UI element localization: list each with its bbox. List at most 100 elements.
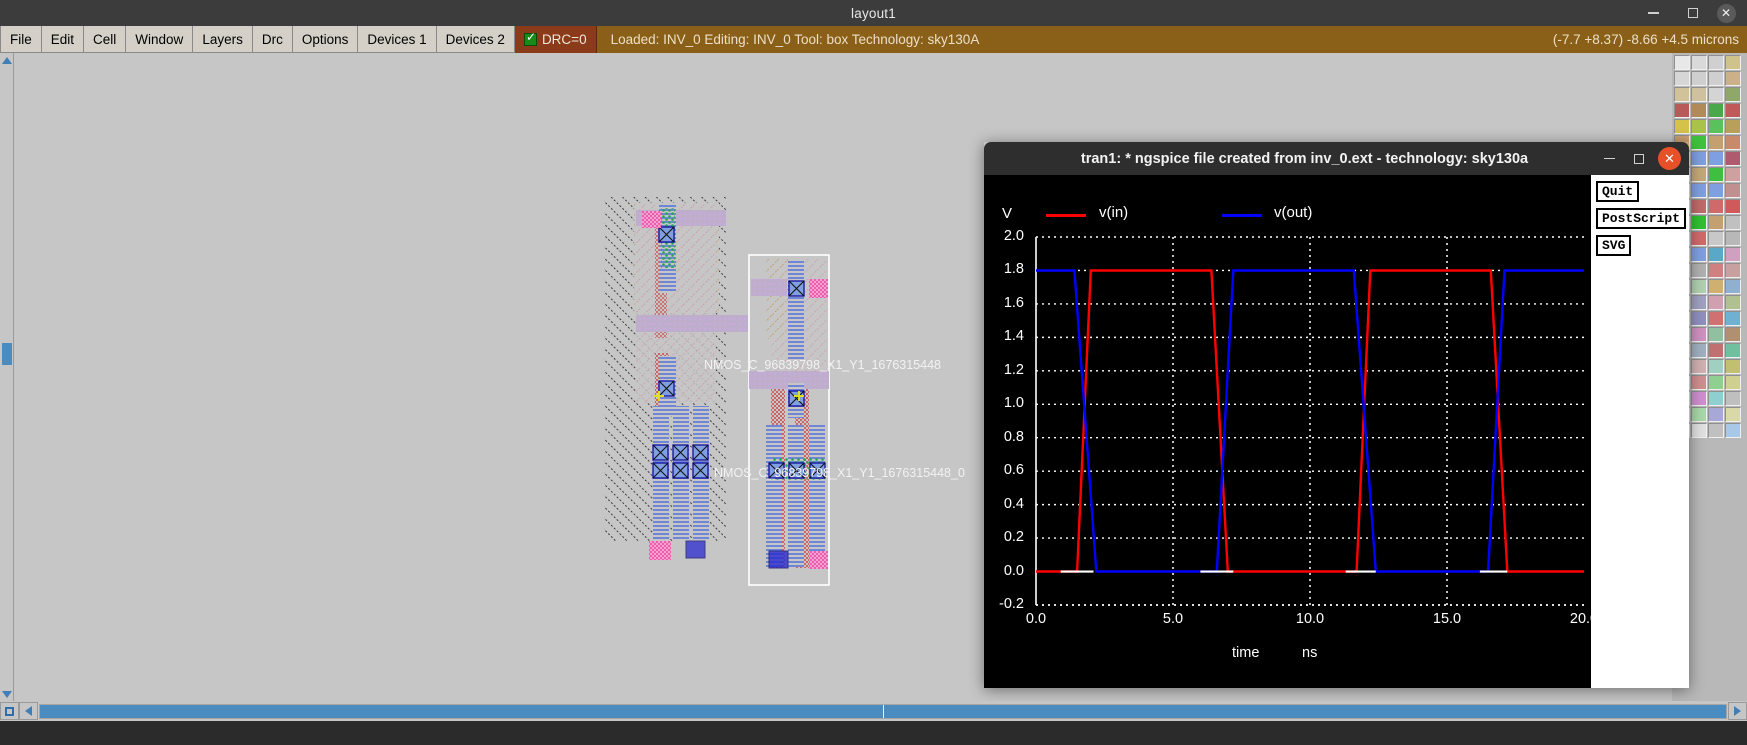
quit-button[interactable]: Quit bbox=[1596, 181, 1640, 202]
drc-status-button[interactable]: DRC=0 bbox=[514, 26, 597, 53]
layer-swatch[interactable] bbox=[1691, 119, 1707, 134]
layer-swatch[interactable] bbox=[1674, 119, 1690, 134]
layer-swatch[interactable] bbox=[1708, 199, 1724, 214]
layer-swatch[interactable] bbox=[1674, 87, 1690, 102]
layer-swatch[interactable] bbox=[1708, 167, 1724, 182]
layer-swatch[interactable] bbox=[1725, 423, 1741, 438]
minimize-icon[interactable] bbox=[1633, 0, 1673, 26]
menu-item-file[interactable]: File bbox=[0, 26, 42, 53]
layer-swatch[interactable] bbox=[1691, 87, 1707, 102]
layer-swatch[interactable] bbox=[1708, 135, 1724, 150]
layer-swatch[interactable] bbox=[1725, 327, 1741, 342]
layer-swatch[interactable] bbox=[1708, 71, 1724, 86]
layer-swatch[interactable] bbox=[1708, 151, 1724, 166]
menu-item-window[interactable]: Window bbox=[126, 26, 194, 53]
horizontal-scrollbar-track[interactable] bbox=[39, 703, 1727, 719]
minimize-icon[interactable] bbox=[1598, 148, 1620, 170]
layer-swatch[interactable] bbox=[1691, 423, 1707, 438]
layer-swatch[interactable] bbox=[1691, 311, 1707, 326]
ngspice-plot-window[interactable]: tran1: * ngspice file created from inv_0… bbox=[984, 142, 1689, 688]
layer-swatch[interactable] bbox=[1725, 135, 1741, 150]
menu-item-layers[interactable]: Layers bbox=[193, 26, 253, 53]
layer-swatch[interactable] bbox=[1725, 151, 1741, 166]
zoom-box-icon[interactable] bbox=[0, 702, 19, 720]
vertical-scrollbar[interactable] bbox=[0, 53, 14, 701]
layer-swatch[interactable] bbox=[1725, 231, 1741, 246]
layer-swatch[interactable] bbox=[1691, 135, 1707, 150]
layer-swatch[interactable] bbox=[1725, 183, 1741, 198]
menu-item-drc[interactable]: Drc bbox=[252, 26, 293, 53]
layer-swatch[interactable] bbox=[1691, 375, 1707, 390]
layer-swatch[interactable] bbox=[1674, 55, 1690, 70]
vertical-scrollbar-thumb[interactable] bbox=[2, 343, 12, 365]
layer-swatch[interactable] bbox=[1725, 263, 1741, 278]
layer-swatch[interactable] bbox=[1725, 359, 1741, 374]
layer-swatch[interactable] bbox=[1708, 263, 1724, 278]
layer-swatch[interactable] bbox=[1708, 55, 1724, 70]
horizontal-scrollbar[interactable] bbox=[0, 701, 1747, 721]
maximize-icon[interactable] bbox=[1628, 148, 1650, 170]
layer-swatch[interactable] bbox=[1725, 87, 1741, 102]
layer-swatch[interactable] bbox=[1725, 391, 1741, 406]
layer-swatch[interactable] bbox=[1691, 103, 1707, 118]
plot-area[interactable]: V v(in) v(out) 2.0 1.8 1.6 1.4 1.2 1.0 0.8 0.6 0… bbox=[984, 175, 1598, 688]
layer-swatch[interactable] bbox=[1708, 311, 1724, 326]
layer-swatch[interactable] bbox=[1708, 231, 1724, 246]
layer-swatch[interactable] bbox=[1691, 55, 1707, 70]
layer-swatch[interactable] bbox=[1725, 343, 1741, 358]
layer-swatch[interactable] bbox=[1725, 71, 1741, 86]
arrow-down-icon[interactable] bbox=[0, 687, 14, 701]
layer-swatch[interactable] bbox=[1725, 375, 1741, 390]
layer-swatch[interactable] bbox=[1725, 215, 1741, 230]
layer-swatch[interactable] bbox=[1708, 183, 1724, 198]
arrow-right-icon[interactable] bbox=[1728, 702, 1747, 720]
layer-swatch[interactable] bbox=[1691, 71, 1707, 86]
layer-swatch[interactable] bbox=[1691, 183, 1707, 198]
layer-swatch[interactable] bbox=[1691, 327, 1707, 342]
menu-item-devices-2[interactable]: Devices 2 bbox=[436, 26, 515, 53]
layer-swatch[interactable] bbox=[1691, 407, 1707, 422]
layer-swatch[interactable] bbox=[1708, 391, 1724, 406]
layer-swatch[interactable] bbox=[1725, 311, 1741, 326]
layer-swatch[interactable] bbox=[1708, 359, 1724, 374]
layer-swatch[interactable] bbox=[1691, 279, 1707, 294]
layer-swatch[interactable] bbox=[1708, 119, 1724, 134]
layer-swatch[interactable] bbox=[1691, 359, 1707, 374]
layer-swatch[interactable] bbox=[1725, 407, 1741, 422]
menu-item-devices-1[interactable]: Devices 1 bbox=[358, 26, 437, 53]
layer-swatch[interactable] bbox=[1691, 343, 1707, 358]
layer-swatch[interactable] bbox=[1725, 167, 1741, 182]
postscript-button[interactable]: PostScript bbox=[1596, 208, 1687, 229]
layer-swatch[interactable] bbox=[1691, 151, 1707, 166]
layer-swatch[interactable] bbox=[1725, 199, 1741, 214]
layer-swatch[interactable] bbox=[1708, 423, 1724, 438]
layer-swatch[interactable] bbox=[1725, 119, 1741, 134]
layer-swatch[interactable] bbox=[1708, 247, 1724, 262]
svg-button[interactable]: SVG bbox=[1596, 235, 1632, 256]
layer-swatch[interactable] bbox=[1725, 247, 1741, 262]
close-icon[interactable]: ✕ bbox=[1658, 147, 1681, 170]
maximize-icon[interactable] bbox=[1673, 0, 1713, 26]
menu-item-options[interactable]: Options bbox=[292, 26, 359, 53]
layer-swatch[interactable] bbox=[1708, 295, 1724, 310]
layer-swatch[interactable] bbox=[1725, 55, 1741, 70]
layer-swatch[interactable] bbox=[1691, 199, 1707, 214]
layer-swatch[interactable] bbox=[1691, 391, 1707, 406]
menu-item-cell[interactable]: Cell bbox=[84, 26, 127, 53]
layer-swatch[interactable] bbox=[1674, 103, 1690, 118]
layer-swatch[interactable] bbox=[1708, 343, 1724, 358]
layer-swatch[interactable] bbox=[1725, 103, 1741, 118]
layer-swatch[interactable] bbox=[1708, 215, 1724, 230]
layer-swatch[interactable] bbox=[1708, 103, 1724, 118]
menu-item-edit[interactable]: Edit bbox=[41, 26, 85, 53]
layer-swatch[interactable] bbox=[1708, 375, 1724, 390]
layer-swatch[interactable] bbox=[1691, 231, 1707, 246]
layer-swatch[interactable] bbox=[1691, 247, 1707, 262]
layer-swatch[interactable] bbox=[1674, 71, 1690, 86]
arrow-up-icon[interactable] bbox=[0, 53, 14, 67]
layer-swatch[interactable] bbox=[1725, 295, 1741, 310]
arrow-left-icon[interactable] bbox=[19, 702, 38, 720]
close-icon[interactable]: ✕ bbox=[1713, 3, 1739, 23]
layer-swatch[interactable] bbox=[1691, 167, 1707, 182]
layer-swatch[interactable] bbox=[1691, 295, 1707, 310]
